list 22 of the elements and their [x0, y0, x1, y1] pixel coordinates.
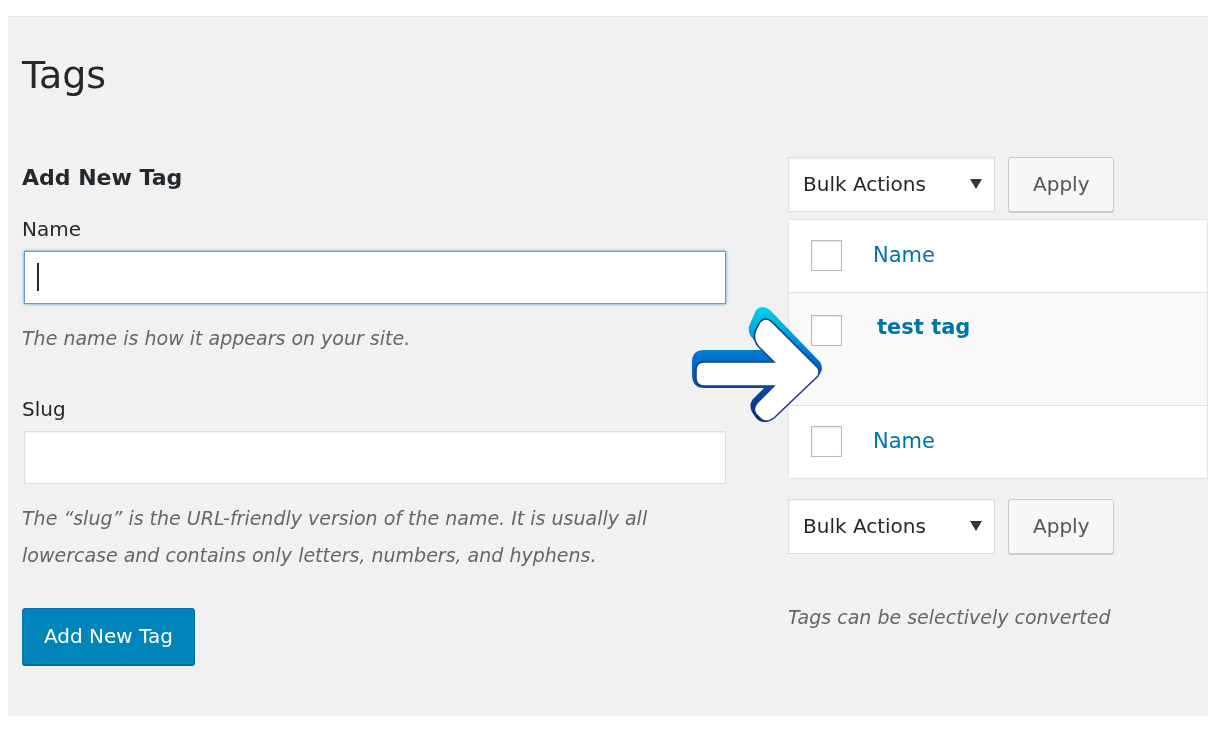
column-footer-link[interactable]: Name [873, 429, 935, 455]
bulk-actions-select[interactable]: Bulk Actions [788, 156, 995, 212]
form-heading: Add New Tag [22, 164, 184, 191]
checkbox[interactable] [811, 240, 842, 272]
field-hint: The “slug” is the URL-friendly version of the name. It is usually all lowercase and contains only letters, numbers, and hyphens. [22, 506, 649, 568]
field-label: Name [22, 217, 81, 241]
input-field[interactable] [24, 251, 726, 304]
checkbox[interactable] [811, 426, 842, 458]
apply-button[interactable]: Apply [1008, 498, 1115, 554]
checkbox[interactable] [811, 314, 842, 346]
caret-icon [970, 179, 982, 190]
apply-button[interactable]: Apply [1008, 156, 1115, 212]
note-text: Tags can be selectively converted [788, 605, 1112, 628]
text-cursor [37, 263, 39, 292]
page-title: Tags [22, 53, 108, 99]
caret-icon [970, 521, 982, 532]
column-header-link[interactable]: Name [873, 243, 935, 269]
add-new-tag-button[interactable]: Add New Tag [22, 608, 195, 665]
field-hint: The name is how it appears on your site. [22, 326, 412, 351]
bulk-actions-select[interactable]: Bulk Actions [788, 498, 995, 554]
field-label: Slug [22, 397, 66, 421]
tag-name-link[interactable]: test tag [877, 314, 971, 340]
